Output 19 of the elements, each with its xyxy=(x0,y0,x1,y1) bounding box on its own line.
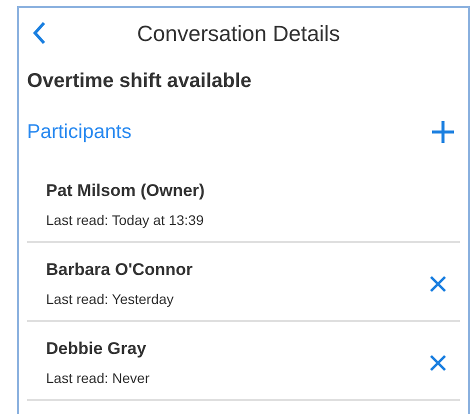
back-icon xyxy=(32,21,46,45)
last-read-text: Last read: Never xyxy=(46,368,150,388)
add-button[interactable] xyxy=(430,119,456,145)
remove-button[interactable] xyxy=(428,352,448,372)
participant-row[interactable]: Debbie Gray Last read: Never xyxy=(27,322,460,401)
add-icon xyxy=(431,120,455,144)
conversation-subject: Overtime shift available xyxy=(27,69,253,94)
last-read-text: Last read: Yesterday xyxy=(46,290,175,309)
participant-row[interactable]: Pat Milsom (Owner) Last read: Today at 13:39 xyxy=(27,164,460,243)
close-icon xyxy=(430,354,446,370)
close-icon xyxy=(430,276,446,292)
participant-name: Pat Milsom (Owner) xyxy=(46,180,205,202)
section-title: Participants xyxy=(27,120,132,145)
participant-name: Barbara O'Connor xyxy=(46,259,193,282)
screen-title: Conversation Details xyxy=(137,20,340,48)
participant-name: Debbie Gray xyxy=(46,338,148,360)
remove-button[interactable] xyxy=(428,274,448,294)
participant-row[interactable]: Barbara O'Connor Last read: Yesterday xyxy=(27,243,460,322)
last-read-text: Last read: Today at 13:39 xyxy=(46,210,205,230)
